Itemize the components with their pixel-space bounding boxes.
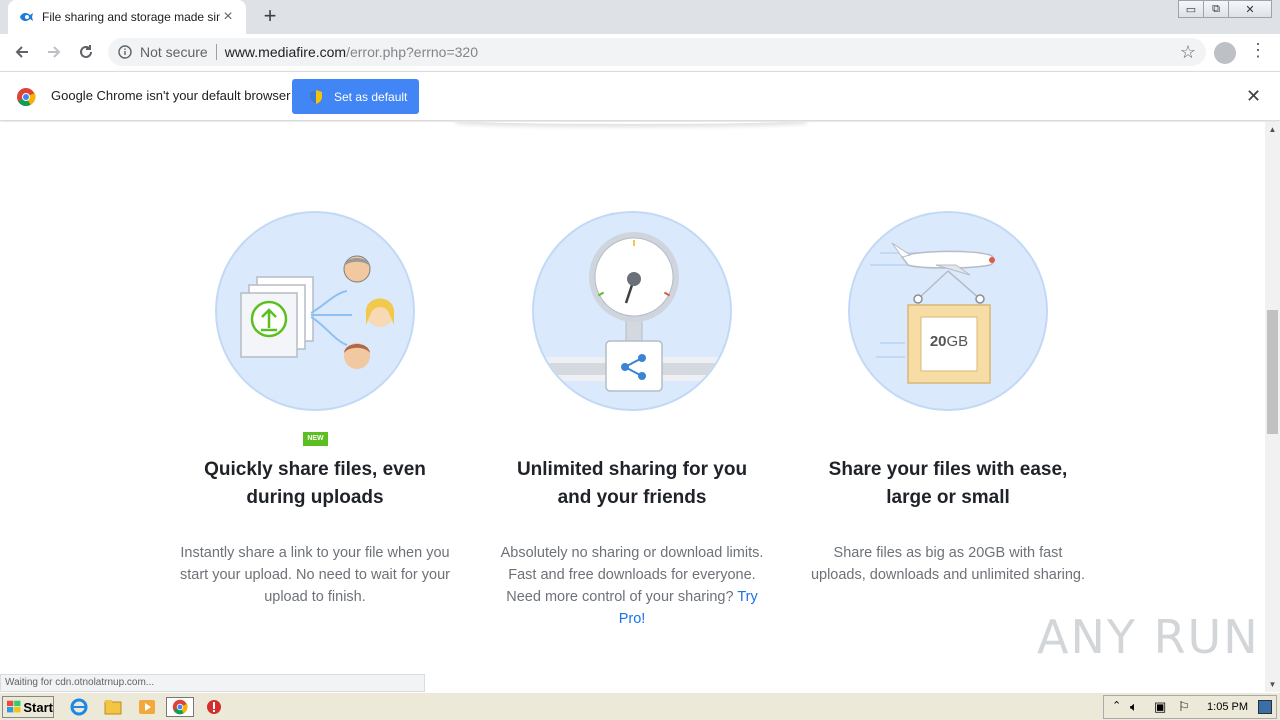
infobar-message: Google Chrome isn't your default browser — [51, 88, 291, 103]
speaker-icon[interactable]: 🔈︎ — [1130, 699, 1138, 715]
url-host: www.mediafire.com — [224, 44, 347, 60]
file-explorer-icon[interactable] — [102, 697, 124, 717]
start-button[interactable]: Start — [2, 696, 54, 718]
browser-toolbar: Not secure www.mediafire.com/error.php?e… — [0, 34, 1280, 71]
browser-tab[interactable]: File sharing and storage made simple × — [8, 0, 246, 34]
arrow-right-icon — [48, 46, 61, 58]
close-window-button[interactable]: ✕ — [1228, 0, 1272, 18]
scroll-thumb[interactable] — [1267, 310, 1278, 434]
page-scrollbar[interactable]: ▲ ▼ — [1265, 122, 1280, 692]
new-tab-button[interactable]: + — [258, 5, 282, 28]
infobar-close-icon[interactable]: ✕ — [1246, 86, 1261, 107]
page-content: NEW Quickly share files, even during uplo… — [0, 122, 1265, 692]
bookmark-star-icon[interactable]: ☆ — [1180, 42, 1196, 63]
airplane-cargo-illustration: 20GB — [848, 211, 1048, 411]
default-browser-infobar: Google Chrome isn't your default browser… — [0, 71, 1280, 121]
show-desktop-icon[interactable] — [1258, 700, 1272, 714]
omnibox-divider — [215, 44, 217, 60]
arrow-left-icon — [15, 46, 28, 58]
back-button[interactable] — [6, 36, 38, 68]
action-center-flag-icon[interactable]: ⚐ — [1178, 699, 1190, 715]
hero-card-shadow — [455, 122, 807, 124]
restore-button[interactable]: ⧉ — [1203, 0, 1229, 18]
reload-icon — [80, 45, 92, 58]
feature-description: Share files as big as 20GB with fast upl… — [810, 545, 1086, 583]
security-label: Not secure — [140, 44, 208, 60]
new-badge: NEW — [303, 432, 328, 446]
chrome-taskbar-icon[interactable] — [166, 697, 194, 717]
chrome-logo-icon — [17, 88, 36, 107]
feature-title: Quickly share files, even during uploads — [204, 459, 426, 508]
status-bubble: Waiting for cdn.otnolatrnup.com... — [0, 674, 425, 692]
feature-title: Unlimited sharing for you and your friend… — [516, 459, 748, 508]
windows-logo-icon — [7, 700, 21, 713]
network-icon[interactable]: ▣ — [1154, 699, 1166, 715]
tab-title: File sharing and storage made simple — [42, 10, 220, 24]
anyrun-watermark: ANY RUN — [1037, 610, 1260, 664]
tray-expand-icon[interactable]: ⌃ — [1112, 699, 1121, 712]
capacity-label: 20GB — [929, 333, 969, 350]
stop-sign-icon[interactable] — [203, 697, 225, 717]
feature-description: Instantly share a link to your file when… — [179, 545, 450, 605]
window-controls: ▭ ⧉ ✕ — [1178, 0, 1272, 18]
url-path: /error.php?errno=320 — [346, 44, 479, 60]
reload-button[interactable] — [70, 36, 102, 68]
info-icon — [118, 45, 132, 59]
scroll-up-arrow-icon[interactable]: ▲ — [1265, 122, 1280, 137]
menu-kebab-icon[interactable]: ⋮ — [1248, 40, 1268, 61]
set-as-default-label: Set as default — [334, 89, 408, 104]
scroll-down-arrow-icon[interactable]: ▼ — [1265, 677, 1280, 692]
internet-explorer-icon[interactable] — [68, 697, 90, 717]
start-label: Start — [23, 699, 53, 715]
windows-taskbar: Start ⌃ 🔈︎ ▣ ⚐ 1:05 PM — [0, 692, 1280, 720]
media-player-icon[interactable] — [136, 697, 158, 717]
mediafire-icon — [18, 9, 34, 25]
set-as-default-button[interactable]: Set as default — [292, 79, 419, 114]
forward-button[interactable] — [38, 36, 70, 68]
minimize-button[interactable]: ▭ — [1178, 0, 1204, 18]
clock[interactable]: 1:05 PM — [1207, 701, 1248, 713]
profile-avatar-icon[interactable] — [1214, 42, 1236, 64]
feature-description: Absolutely no sharing or download limits… — [500, 545, 764, 627]
feature-title: Share your files with ease, large or smal… — [828, 459, 1068, 508]
upload-share-illustration — [215, 211, 415, 411]
uac-shield-icon — [310, 89, 322, 104]
address-bar[interactable]: Not secure www.mediafire.com/error.php?e… — [108, 38, 1206, 66]
system-tray: ⌃ 🔈︎ ▣ ⚐ 1:05 PM — [1103, 695, 1277, 719]
tab-strip: File sharing and storage made simple × +… — [0, 0, 1280, 34]
tab-close-icon[interactable]: × — [220, 8, 236, 25]
gauge-pipe-illustration — [532, 211, 732, 411]
